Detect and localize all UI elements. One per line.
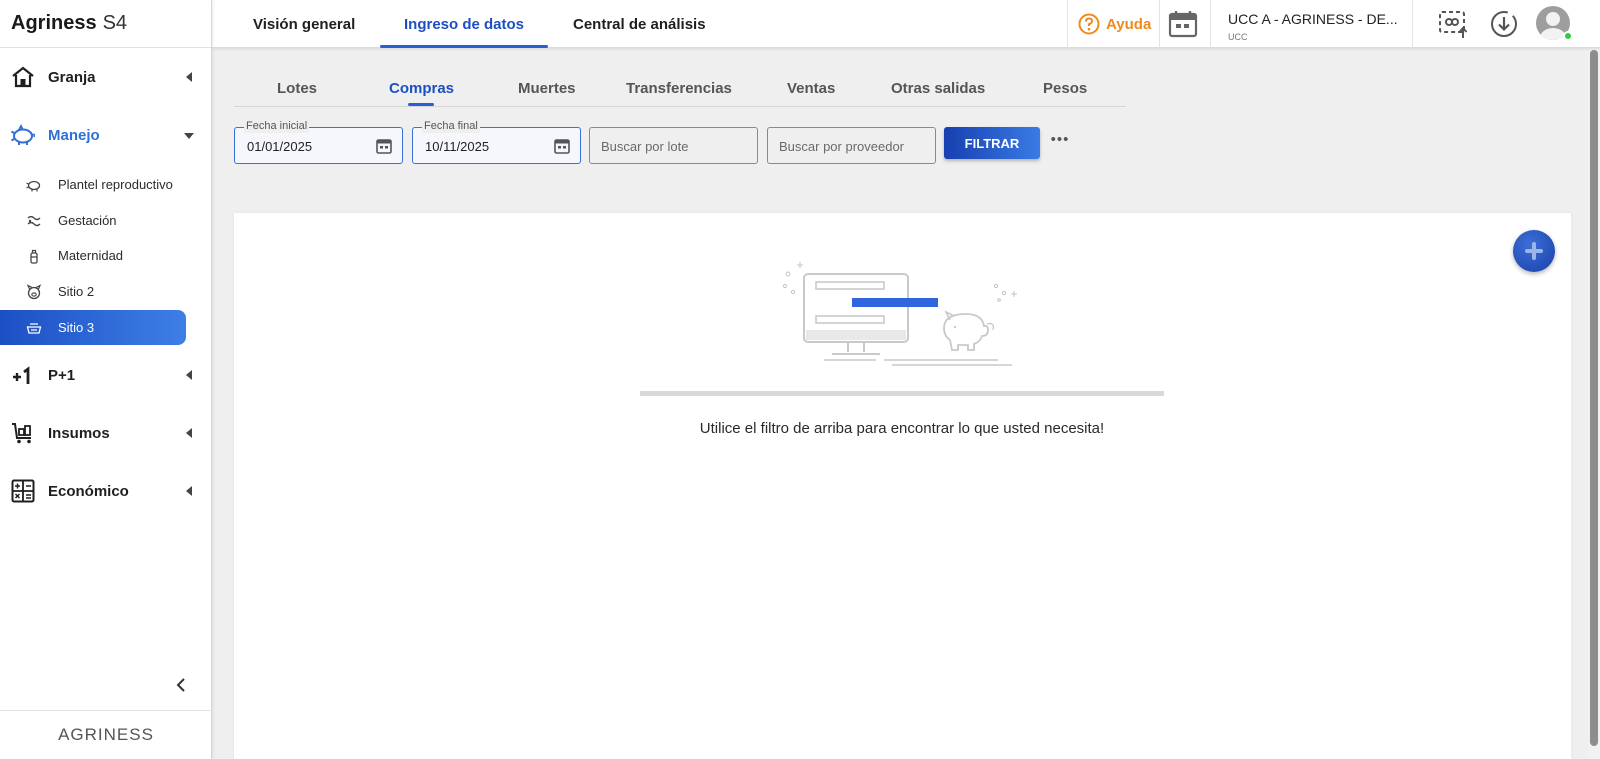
sidebar-group-economico[interactable]: Económico [0, 471, 212, 511]
sidebar-item-plantel-reproductivo[interactable]: Plantel reproductivo [0, 167, 186, 202]
start-date-value: 01/01/2025 [247, 139, 313, 154]
supplier-search-placeholder: Buscar por proveedor [779, 139, 905, 154]
pig-outline-icon [26, 180, 41, 192]
divider [1159, 0, 1160, 48]
sidebar-group-label: Económico [48, 482, 129, 500]
caret-left-icon [186, 72, 192, 82]
pig-face-icon [26, 284, 42, 300]
end-date-label: Fecha final [422, 119, 480, 133]
supplier-search-input[interactable]: Buscar por proveedor [767, 127, 936, 164]
scrollbar[interactable] [1588, 48, 1600, 759]
tab-central-de-analisis[interactable]: Central de análisis [573, 0, 706, 48]
caret-left-icon [186, 370, 192, 380]
sidebar-item-label: Sitio 2 [58, 284, 95, 299]
sidebar-item-sitio-2[interactable]: Sitio 2 [0, 274, 186, 309]
sidebar: Agriness S4 Granja Manejo Plantel reprod… [0, 0, 212, 759]
footer-logo-text: AGRINESS [58, 725, 154, 744]
tab-ingreso-de-datos[interactable]: Ingreso de datos [404, 0, 524, 48]
farm-subtitle: UCC [1228, 32, 1248, 42]
calculator-icon [11, 479, 35, 503]
calendar-icon[interactable] [1168, 10, 1198, 38]
sidebar-group-label: Manejo [48, 126, 100, 144]
bottle-icon [30, 249, 38, 264]
sidebar-group-label: Granja [48, 68, 96, 86]
data-entry-tabs: Lotes Compras Muertes Transferencias Ven… [234, 70, 1126, 107]
gestation-icon [27, 215, 41, 227]
calendar-icon[interactable] [375, 137, 393, 155]
sidebar-group-insumos[interactable]: Insumos [0, 413, 212, 453]
cart-icon [12, 423, 31, 444]
house-icon [12, 66, 34, 88]
caret-down-icon [184, 133, 194, 139]
collapse-sidebar-icon[interactable] [172, 675, 190, 695]
help-circle-icon [1078, 13, 1100, 35]
tab-muertes[interactable]: Muertes [518, 80, 576, 97]
tab-label: Ingreso de datos [404, 15, 525, 33]
sidebar-item-label: Gestación [58, 213, 117, 228]
active-subtab-indicator [408, 103, 434, 106]
tab-label: Central de análisis [573, 15, 706, 33]
empty-state-illustration [782, 262, 1017, 366]
brand-version: S4 [102, 12, 128, 34]
start-date-label: Fecha inicial [244, 119, 310, 133]
lot-search-input[interactable]: Buscar por lote [589, 127, 758, 164]
empty-state-message: Utilice el filtro de arriba para encontr… [699, 420, 1105, 437]
top-navigation-bar: Visión general Ingreso de datos Central … [212, 0, 1600, 48]
end-date-field[interactable]: Fecha final 10/11/2025 [412, 119, 581, 164]
sidebar-item-maternidad[interactable]: Maternidad [0, 238, 186, 273]
sidebar-group-label: P+1 [48, 366, 76, 384]
tab-otras-salidas[interactable]: Otras salidas [891, 80, 985, 97]
help-button[interactable]: Ayuda [1078, 0, 1151, 48]
tab-transferencias[interactable]: Transferencias [626, 80, 732, 97]
agriness-footer-logo: AGRINESS [0, 710, 212, 759]
plus-one-icon [13, 366, 30, 384]
tab-label: Visión general [253, 15, 356, 33]
upload-screen-icon[interactable] [1437, 8, 1469, 40]
empty-state-divider [640, 391, 1164, 396]
active-tab-indicator [380, 45, 548, 48]
online-status-dot [1563, 31, 1573, 41]
sidebar-group-granja[interactable]: Granja [0, 57, 212, 97]
add-button[interactable] [1513, 230, 1555, 272]
more-options-icon[interactable]: ••• [1050, 132, 1070, 153]
sidebar-item-label: Maternidad [58, 248, 124, 263]
calendar-icon[interactable] [553, 137, 571, 155]
sidebar-group-label: Insumos [48, 424, 110, 442]
end-date-value: 10/11/2025 [425, 139, 490, 154]
brand-name: Agriness [11, 12, 97, 34]
farm-selector[interactable]: UCC A - AGRINESS - DE... [1228, 11, 1398, 27]
scrollbar-thumb[interactable] [1590, 50, 1598, 746]
tab-vision-general[interactable]: Visión general [253, 0, 355, 48]
caret-left-icon [186, 486, 192, 496]
tab-compras[interactable]: Compras [389, 80, 454, 97]
divider [1067, 0, 1068, 48]
feeder-icon [26, 323, 42, 334]
app-brand[interactable]: Agriness S4 [0, 0, 211, 48]
filter-button[interactable]: FILTRAR [944, 127, 1040, 159]
divider [1210, 0, 1211, 48]
sidebar-item-gestacion[interactable]: Gestación [0, 203, 186, 238]
caret-left-icon [186, 428, 192, 438]
sidebar-group-p1[interactable]: P+1 [0, 355, 212, 395]
start-date-field[interactable]: Fecha inicial 01/01/2025 [234, 119, 403, 164]
tab-lotes[interactable]: Lotes [277, 80, 317, 97]
tab-pesos[interactable]: Pesos [1043, 80, 1087, 97]
sidebar-item-label: Sitio 3 [58, 320, 95, 335]
divider [1412, 0, 1413, 48]
sidebar-group-manejo[interactable]: Manejo [0, 115, 212, 155]
help-label: Ayuda [1106, 15, 1152, 33]
tab-ventas[interactable]: Ventas [787, 80, 835, 97]
sidebar-item-label: Plantel reproductivo [58, 177, 173, 192]
download-circle-icon[interactable] [1488, 8, 1520, 40]
lot-search-placeholder: Buscar por lote [601, 139, 689, 154]
pig-icon [10, 123, 36, 145]
sidebar-item-sitio-3[interactable]: Sitio 3 [0, 310, 186, 345]
